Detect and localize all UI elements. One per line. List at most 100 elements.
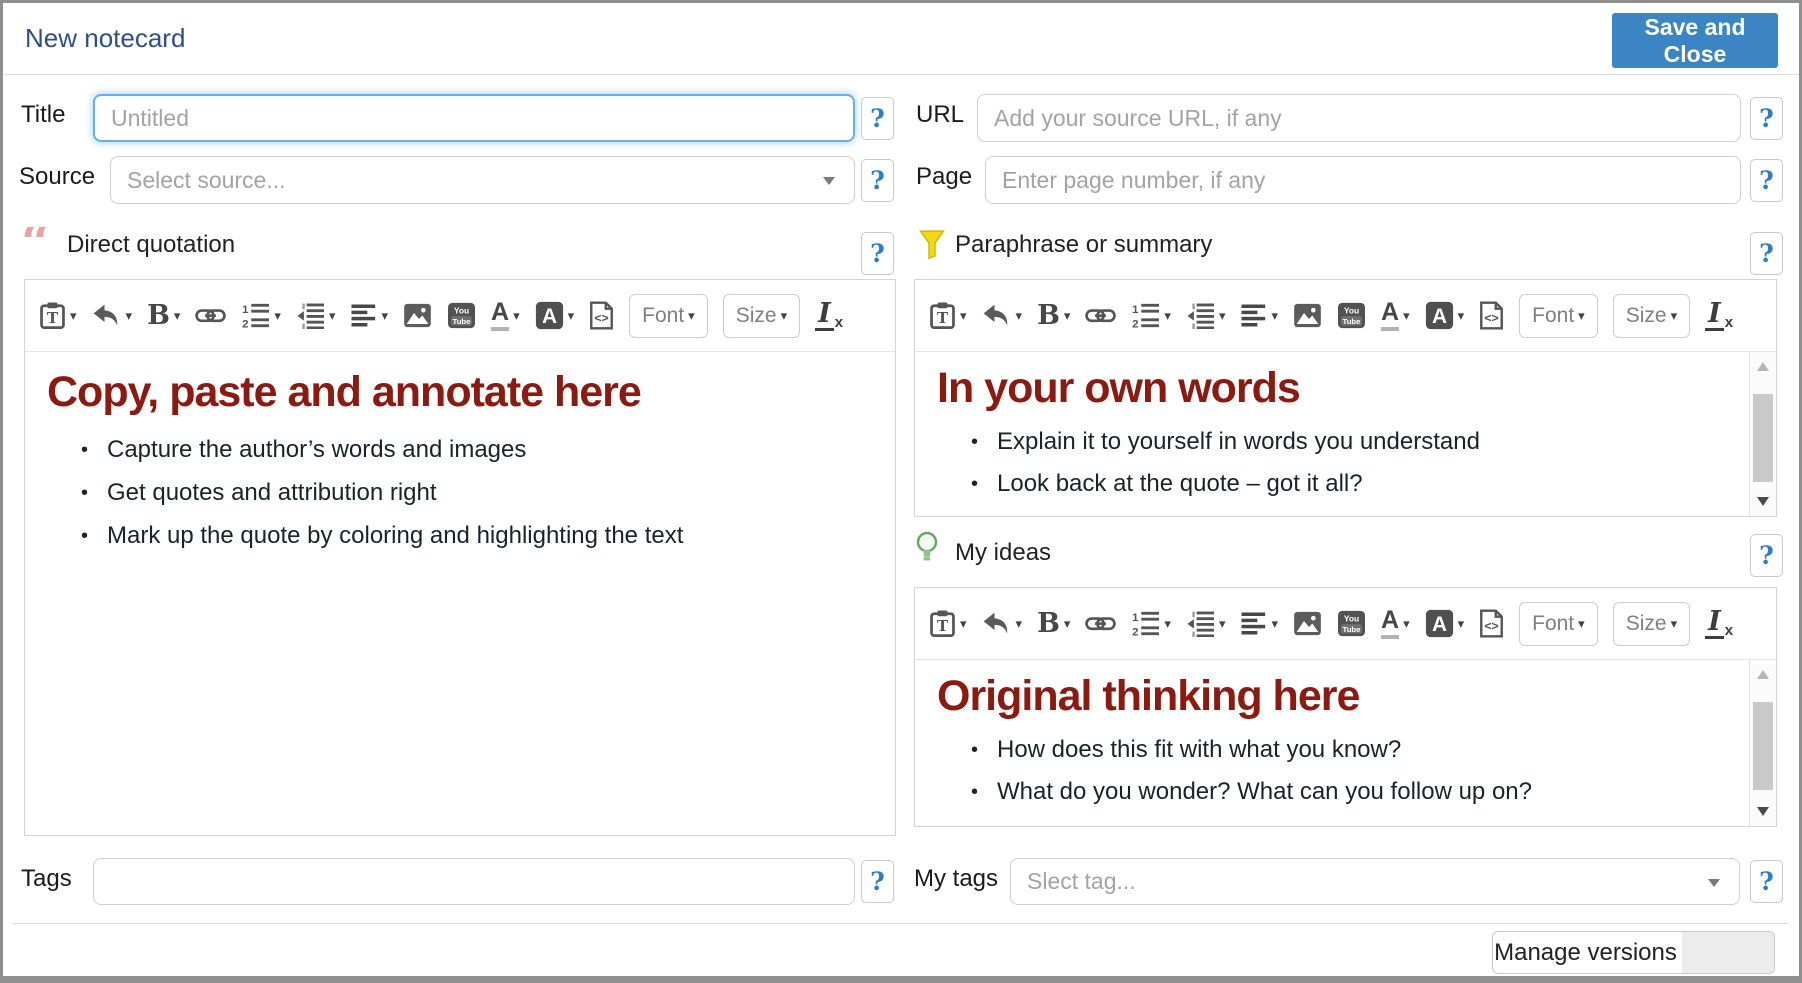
svg-text:1: 1 — [243, 304, 250, 316]
numbered-list-icon[interactable]: 12▾ — [241, 302, 281, 329]
page-title: New notecard — [25, 23, 185, 54]
chevron-down-icon: ▾ — [1064, 309, 1071, 322]
my-tags-help-button[interactable]: ? — [1750, 860, 1783, 903]
paraphrase-section-title: Paraphrase or summary — [955, 231, 1212, 259]
paraphrase-content[interactable]: In your own words Explain it to yourself… — [915, 352, 1749, 516]
background-color-icon[interactable]: A▾ — [535, 301, 575, 330]
title-help-button[interactable]: ? — [861, 97, 894, 140]
ideas-content[interactable]: Original thinking here How does this fit… — [915, 660, 1749, 826]
scroll-down-button[interactable] — [1757, 497, 1769, 506]
youtube-icon[interactable]: YouTube — [1337, 610, 1366, 637]
url-input[interactable] — [977, 94, 1741, 142]
remove-format-icon[interactable]: Ix — [1705, 300, 1733, 331]
source-code-icon[interactable]: <> — [1479, 301, 1504, 330]
numbered-list-icon[interactable]: 12▾ — [1131, 610, 1171, 637]
quotation-bullet-list: Capture the author’s words and images Ge… — [107, 437, 873, 549]
source-code-icon[interactable]: <> — [589, 301, 614, 330]
paste-icon[interactable]: T▾ — [929, 609, 967, 638]
font-dropdown[interactable]: Font▾ — [629, 294, 708, 338]
bold-icon[interactable]: B▾ — [1037, 302, 1070, 329]
link-icon[interactable] — [1085, 614, 1116, 633]
remove-format-icon[interactable]: Ix — [815, 300, 843, 331]
chevron-down-icon: ▾ — [126, 309, 133, 322]
chevron-down-icon — [823, 177, 835, 185]
tags-label: Tags — [21, 865, 72, 893]
source-code-icon[interactable]: <> — [1479, 609, 1504, 638]
title-label: Title — [21, 101, 65, 129]
font-dropdown[interactable]: Font▾ — [1519, 294, 1598, 338]
paste-icon[interactable]: T▾ — [39, 301, 77, 330]
remove-format-icon[interactable]: Ix — [1705, 608, 1733, 639]
scroll-down-button[interactable] — [1757, 807, 1769, 816]
image-icon[interactable] — [1293, 611, 1322, 636]
font-dropdown[interactable]: Font▾ — [1519, 602, 1598, 646]
manage-versions-button[interactable]: Manage versions — [1492, 931, 1775, 974]
list-item: How does this fit with what you know? — [997, 737, 1727, 763]
numbered-list-icon[interactable]: 12▾ — [1131, 302, 1171, 329]
title-input[interactable] — [93, 94, 855, 142]
indent-icon[interactable]: ▾ — [296, 302, 336, 329]
undo-icon[interactable]: ▾ — [982, 303, 1023, 328]
text-color-icon[interactable]: A▾ — [491, 300, 520, 331]
image-icon[interactable] — [1293, 303, 1322, 328]
chevron-down-icon: ▾ — [1671, 309, 1678, 322]
url-label: URL — [916, 101, 964, 129]
paraphrase-toolbar: T▾▾B▾12▾▾▾YouTubeA▾A▾<>Font▾Size▾Ix — [915, 280, 1776, 352]
size-dropdown[interactable]: Size▾ — [723, 294, 800, 338]
image-icon[interactable] — [403, 303, 432, 328]
scroll-up-button[interactable] — [1757, 670, 1769, 679]
undo-icon[interactable]: ▾ — [982, 611, 1023, 636]
ideas-help-button[interactable]: ? — [1750, 534, 1783, 577]
svg-text:2: 2 — [1133, 627, 1139, 637]
text-color-icon[interactable]: A▾ — [1381, 608, 1410, 639]
page-input[interactable] — [985, 156, 1741, 204]
paste-icon[interactable]: T▾ — [929, 301, 967, 330]
size-dropdown[interactable]: Size▾ — [1613, 294, 1690, 338]
align-icon[interactable]: ▾ — [1240, 303, 1278, 328]
youtube-icon[interactable]: YouTube — [447, 302, 476, 329]
svg-text:Tube: Tube — [453, 317, 472, 326]
chevron-down-icon: ▾ — [1219, 309, 1226, 322]
youtube-icon[interactable]: YouTube — [1337, 302, 1366, 329]
scrollbar[interactable] — [1749, 660, 1776, 826]
bold-icon[interactable]: B▾ — [1037, 610, 1070, 637]
svg-text:2: 2 — [243, 319, 249, 329]
paraphrase-editor: T▾▾B▾12▾▾▾YouTubeA▾A▾<>Font▾Size▾Ix In y… — [914, 279, 1777, 517]
quotation-help-button[interactable]: ? — [861, 232, 894, 275]
svg-text:<>: <> — [594, 311, 608, 325]
my-tags-select[interactable]: Slect tag... — [1010, 858, 1740, 905]
source-help-button[interactable]: ? — [861, 159, 894, 202]
chevron-down-icon: ▾ — [1164, 617, 1171, 630]
indent-icon[interactable]: ▾ — [1186, 610, 1226, 637]
text-color-icon[interactable]: A▾ — [1381, 300, 1410, 331]
size-dropdown[interactable]: Size▾ — [1613, 602, 1690, 646]
scroll-up-button[interactable] — [1757, 362, 1769, 371]
svg-text:T: T — [937, 309, 949, 327]
tags-input[interactable] — [93, 858, 855, 905]
svg-text:<>: <> — [1484, 619, 1498, 633]
scroll-thumb[interactable] — [1753, 394, 1773, 482]
svg-text:You: You — [1344, 613, 1359, 623]
link-icon[interactable] — [195, 306, 226, 325]
chevron-down-icon: ▾ — [568, 309, 575, 322]
source-select[interactable]: Select source... — [110, 156, 855, 204]
align-icon[interactable]: ▾ — [350, 303, 388, 328]
chevron-down-icon: ▾ — [1219, 617, 1226, 630]
chevron-down-icon: ▾ — [1271, 617, 1278, 630]
save-and-close-button[interactable]: Save and Close — [1612, 13, 1778, 68]
indent-icon[interactable]: ▾ — [1186, 302, 1226, 329]
background-color-icon[interactable]: A▾ — [1425, 609, 1465, 638]
background-color-icon[interactable]: A▾ — [1425, 301, 1465, 330]
tags-help-button[interactable]: ? — [861, 860, 894, 903]
scrollbar[interactable] — [1749, 352, 1776, 516]
svg-text:A: A — [1432, 305, 1447, 328]
link-icon[interactable] — [1085, 306, 1116, 325]
paraphrase-help-button[interactable]: ? — [1750, 232, 1783, 275]
bold-icon[interactable]: B▾ — [147, 302, 180, 329]
page-help-button[interactable]: ? — [1750, 159, 1783, 202]
align-icon[interactable]: ▾ — [1240, 611, 1278, 636]
scroll-thumb[interactable] — [1753, 702, 1773, 790]
undo-icon[interactable]: ▾ — [92, 303, 133, 328]
url-help-button[interactable]: ? — [1750, 97, 1783, 140]
quotation-content[interactable]: Copy, paste and annotate here Capture th… — [25, 352, 895, 835]
